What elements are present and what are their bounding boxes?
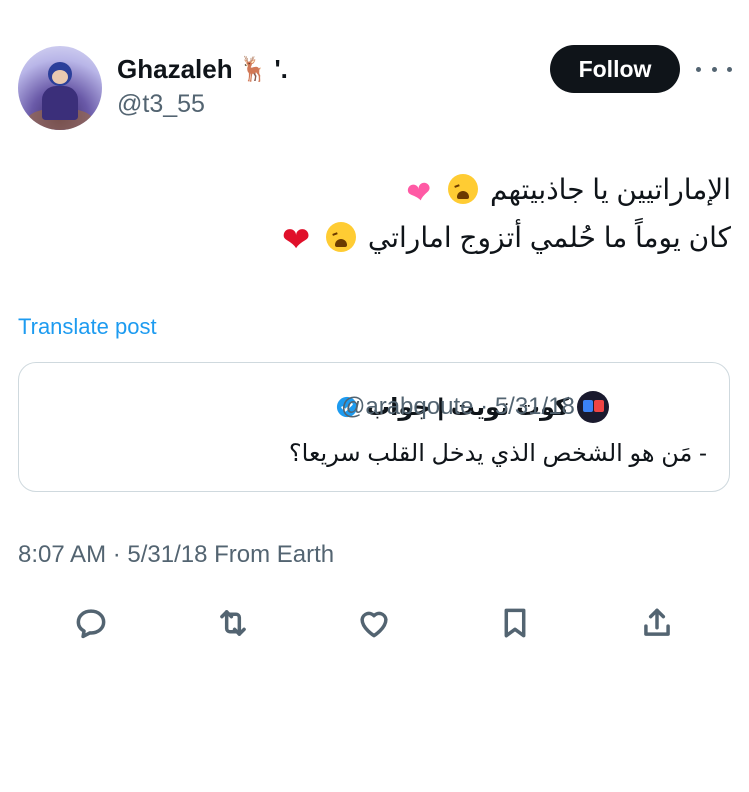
quoted-tweet-text: - مَن هو الشخص الذي يدخل القلب سريعا؟ [288,440,707,467]
tweet-line-1-text: الإماراتيين يا جاذبيتهم [489,174,731,205]
follow-button[interactable]: Follow [550,45,680,93]
author-handle[interactable]: @t3_55 [117,90,205,119]
quoted-author-avatar [577,391,609,423]
share-button[interactable] [634,600,680,646]
dot-icon [711,66,717,72]
author-avatar[interactable] [18,46,102,130]
dot-icon [696,66,701,72]
author-name-suffix: '. [274,54,288,84]
like-button[interactable] [351,600,397,646]
quoted-date: 5/31/18 [494,393,575,420]
dot-icon [727,66,732,72]
red-heart-emoji-icon: ❤ [281,221,311,259]
retweet-icon [220,610,246,636]
weary-face-emoji-icon [448,174,479,204]
tweet-line-2-text: كان يوماً ما حُلمي أتزوج اماراتي [367,222,731,253]
translate-post-link[interactable]: Translate post [18,314,157,340]
like-icon [360,611,388,638]
quoted-meta: @arabqoute · 5/31/18 [341,393,575,421]
author-display-name[interactable]: Ghazaleh [117,54,233,85]
reply-icon [76,609,106,639]
tweet-timestamp[interactable]: 8:07 AM · 5/31/18 From Earth [18,541,334,569]
share-icon [644,608,670,636]
quoted-author-handle: @arabqoute [341,393,474,420]
more-options-icon[interactable] [696,60,732,78]
quoted-separator: · [480,393,489,420]
tweet-line-1: الإماراتيين يا جاذبيتهم ❤ [31,168,731,216]
bookmark-icon [504,608,526,638]
heart-with-arrow-emoji-icon: ❤ [404,175,436,212]
tweet-actions-bar [0,600,749,646]
quoted-tweet[interactable]: كوت تويت | جواب @arabqoute · 5/31/18 - م… [18,362,730,492]
tweet-line-2: كان يوماً ما حُلمي أتزوج اماراتي ❤ [31,216,731,262]
bookmark-button[interactable] [492,600,538,646]
deer-emoji-icon: 🦌 [238,56,269,83]
weary-face-emoji-icon [326,222,357,252]
retweet-button[interactable] [210,600,256,646]
tweet-text: الإماراتيين يا جاذبيتهم ❤ كان يوماً ما ح… [31,168,731,262]
author-name-row[interactable]: Ghazaleh 🦌 '. [117,54,288,85]
avatar-body [42,86,78,120]
reply-button[interactable] [68,600,114,646]
avatar-face [52,70,68,84]
